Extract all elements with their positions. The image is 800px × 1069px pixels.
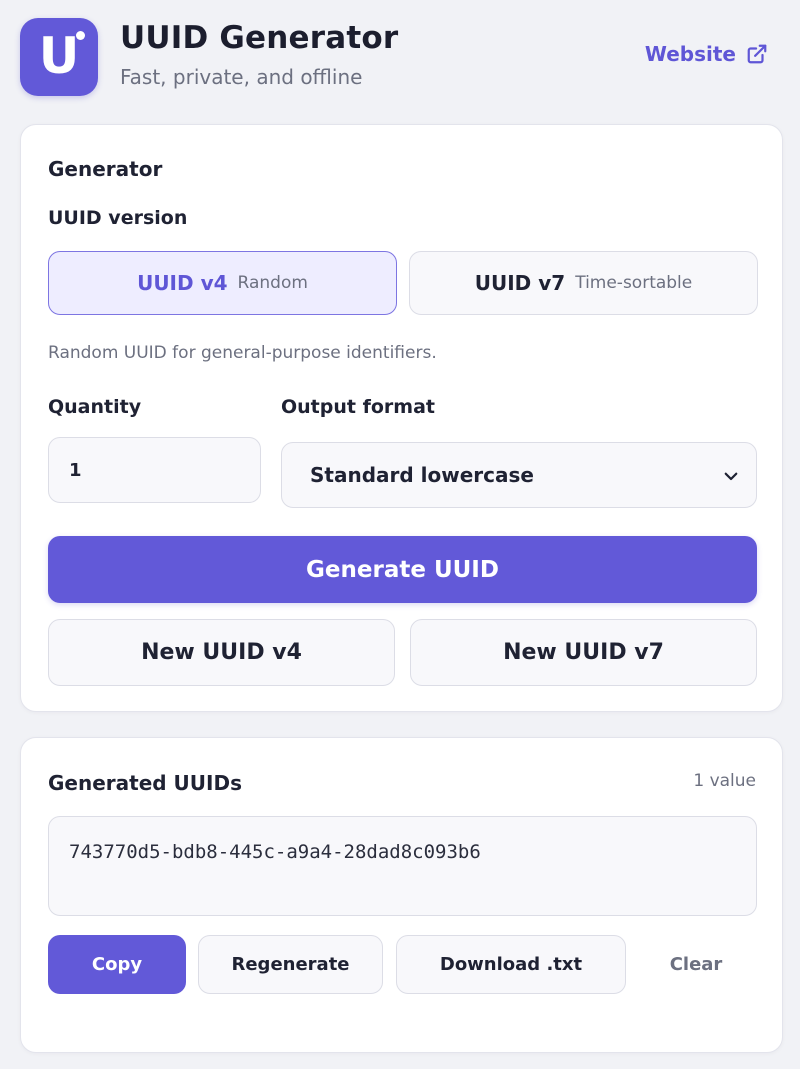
logo-letter: U xyxy=(38,27,80,85)
uuid-v4-option-sublabel: Random xyxy=(237,273,308,293)
uuid-v7-option-label: UUID v7 xyxy=(474,271,566,295)
uuid-v7-option[interactable]: UUID v7 Time-sortable xyxy=(409,251,758,315)
version-help-text: Random UUID for general-purpose identifi… xyxy=(48,343,437,363)
new-uuid-v7-button[interactable]: New UUID v7 xyxy=(410,619,757,686)
generated-uuids-title: Generated UUIDs xyxy=(48,771,242,795)
uuid-output-textarea[interactable]: 743770d5-bdb8-445c-a9a4-28dad8c093b6 xyxy=(48,816,757,916)
new-uuid-v4-button[interactable]: New UUID v4 xyxy=(48,619,395,686)
uuid-v4-option-label: UUID v4 xyxy=(137,271,228,295)
app-header: U UUID Generator Fast, private, and offl… xyxy=(20,18,780,98)
output-card: Generated UUIDs 1 value 743770d5-bdb8-44… xyxy=(20,737,783,1053)
chevron-down-icon xyxy=(724,472,738,481)
website-link[interactable]: Website xyxy=(645,42,768,66)
output-format-label: Output format xyxy=(281,396,435,418)
regenerate-button[interactable]: Regenerate xyxy=(198,935,383,994)
quantity-input[interactable] xyxy=(48,437,261,503)
app-title: UUID Generator xyxy=(120,20,399,56)
logo-dot xyxy=(76,31,85,40)
app-logo: U xyxy=(20,18,98,96)
uuid-output-line: 743770d5-bdb8-445c-a9a4-28dad8c093b6 xyxy=(69,841,481,863)
website-link-label: Website xyxy=(644,42,736,66)
uuid-v7-option-sublabel: Time-sortable xyxy=(575,273,693,293)
quantity-label: Quantity xyxy=(48,396,142,418)
generator-card: Generator UUID version UUID v4 Random UU… xyxy=(20,124,783,712)
generator-section-title: Generator xyxy=(48,157,163,181)
output-format-select[interactable]: Standard lowercase xyxy=(281,442,757,508)
uuid-v4-option[interactable]: UUID v4 Random xyxy=(48,251,397,315)
output-format-value: Standard lowercase xyxy=(310,463,534,487)
app-subtitle: Fast, private, and offline xyxy=(120,65,363,89)
external-link-icon xyxy=(747,44,767,64)
uuid-count-label: 1 value xyxy=(693,771,756,791)
generate-uuid-button[interactable]: Generate UUID xyxy=(48,536,757,603)
uuid-version-label: UUID version xyxy=(48,207,188,229)
clear-button[interactable]: Clear xyxy=(646,935,746,994)
download-txt-button[interactable]: Download .txt xyxy=(396,935,626,994)
copy-button[interactable]: Copy xyxy=(48,935,186,994)
uuid-generator-app: U UUID Generator Fast, private, and offl… xyxy=(0,0,800,1069)
